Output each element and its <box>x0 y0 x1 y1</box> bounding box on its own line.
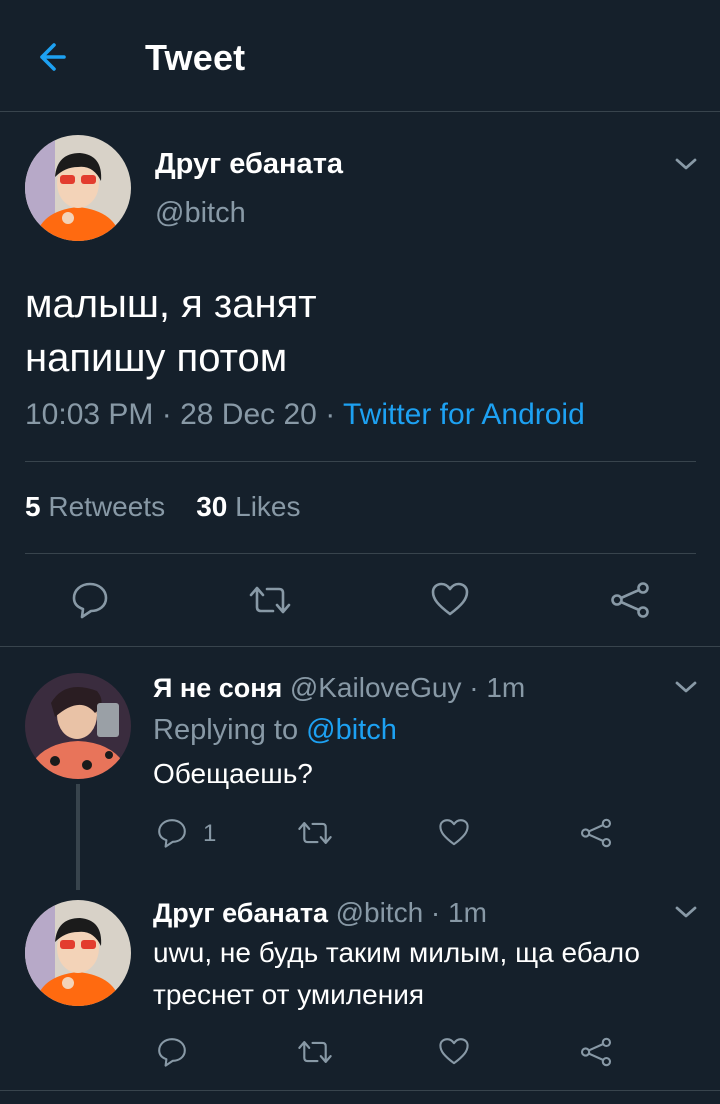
like-button[interactable] <box>438 1036 470 1073</box>
thread-line <box>76 784 80 890</box>
comment-icon <box>158 1038 186 1067</box>
comment-icon <box>72 582 108 619</box>
profile-photo <box>25 135 131 241</box>
share-button[interactable] <box>609 580 651 625</box>
avatar[interactable] <box>25 673 131 779</box>
retweet-button[interactable] <box>296 819 334 852</box>
reply-time: 1m <box>486 672 526 703</box>
back-button[interactable] <box>30 36 82 78</box>
reply-handle[interactable]: @bitch <box>336 897 424 928</box>
meta-separator: · <box>423 897 449 928</box>
like-button[interactable] <box>430 580 470 625</box>
reply-button[interactable] <box>156 817 188 854</box>
share-icon <box>611 582 649 618</box>
like-button[interactable] <box>438 817 470 854</box>
tweet-stats: 5 Retweets 30 Likes <box>25 491 301 523</box>
reply-options-button[interactable] <box>673 678 699 696</box>
divider <box>25 461 696 462</box>
avatar[interactable] <box>25 900 131 1006</box>
reply-button[interactable] <box>156 1036 188 1073</box>
chevron-down-icon <box>675 158 697 170</box>
retweets-label: Retweets <box>48 491 166 522</box>
chevron-down-icon <box>675 906 697 918</box>
tweet-text: малыш, я занят напишу потом <box>25 277 317 385</box>
tweet-date: 28 Dec 20 <box>180 398 317 431</box>
divider <box>0 1090 720 1091</box>
top-bar: Tweet <box>0 0 720 112</box>
arrow-left-icon <box>40 43 66 71</box>
profile-photo <box>25 673 131 779</box>
replying-prefix: Replying to <box>153 714 299 746</box>
share-button[interactable] <box>579 817 613 854</box>
divider <box>25 553 696 554</box>
retweet-icon <box>298 822 332 844</box>
divider <box>0 646 720 647</box>
reply-count: 1 <box>203 820 217 847</box>
page-title: Tweet <box>145 37 246 78</box>
retweets-count: 5 <box>25 491 41 522</box>
comment-icon <box>158 819 186 848</box>
chevron-down-icon <box>675 681 697 693</box>
tweet-source-link[interactable]: Twitter for Android <box>343 398 585 431</box>
reply-header: Я не соня @KailoveGuy · 1m <box>153 672 525 704</box>
likes-stat[interactable]: 30 Likes <box>196 491 300 522</box>
author-name[interactable]: Друг ебаната <box>155 148 343 181</box>
reply-text: uwu, не будь таким милым, ща ебало тресн… <box>153 937 640 1010</box>
author-handle[interactable]: @bitch <box>155 197 246 230</box>
retweet-button[interactable] <box>247 583 293 622</box>
retweet-icon <box>249 586 291 614</box>
reply-text: Обещаешь? <box>153 758 313 789</box>
tweet-text-line: напишу потом <box>25 336 288 380</box>
retweet-icon <box>298 1041 332 1063</box>
reply-handle[interactable]: @KailoveGuy <box>290 672 462 703</box>
reply-button[interactable] <box>70 580 110 625</box>
replying-to: Replying to @bitch <box>153 714 397 747</box>
heart-icon <box>431 582 469 616</box>
likes-label: Likes <box>235 491 301 522</box>
retweet-button[interactable] <box>296 1038 334 1071</box>
tweet-options-button[interactable] <box>673 155 699 173</box>
avatar[interactable] <box>25 135 131 241</box>
tweet-text-line: малыш, я занят <box>25 282 317 326</box>
reply-author-name[interactable]: Друг ебаната <box>153 898 328 928</box>
profile-photo <box>25 900 131 1006</box>
replying-to-link[interactable]: @bitch <box>306 714 397 746</box>
heart-icon <box>439 1038 469 1065</box>
tweet-meta: 10:03 PM · 28 Dec 20 · Twitter for Andro… <box>25 398 585 432</box>
heart-icon <box>439 819 469 846</box>
reply-author-name[interactable]: Я не соня <box>153 673 282 703</box>
reply-options-button[interactable] <box>673 903 699 921</box>
likes-count: 30 <box>196 491 228 522</box>
share-button[interactable] <box>579 1036 613 1073</box>
meta-separator: · <box>461 672 487 703</box>
share-icon <box>580 818 612 848</box>
meta-separator: · <box>161 398 181 431</box>
tweet-time: 10:03 PM <box>25 398 154 431</box>
reply-time: 1m <box>448 897 487 928</box>
retweets-stat[interactable]: 5 Retweets <box>25 491 165 522</box>
meta-separator: · <box>325 398 343 431</box>
share-icon <box>580 1037 612 1067</box>
reply-header: Друг ебаната @bitch · 1m <box>153 897 487 929</box>
